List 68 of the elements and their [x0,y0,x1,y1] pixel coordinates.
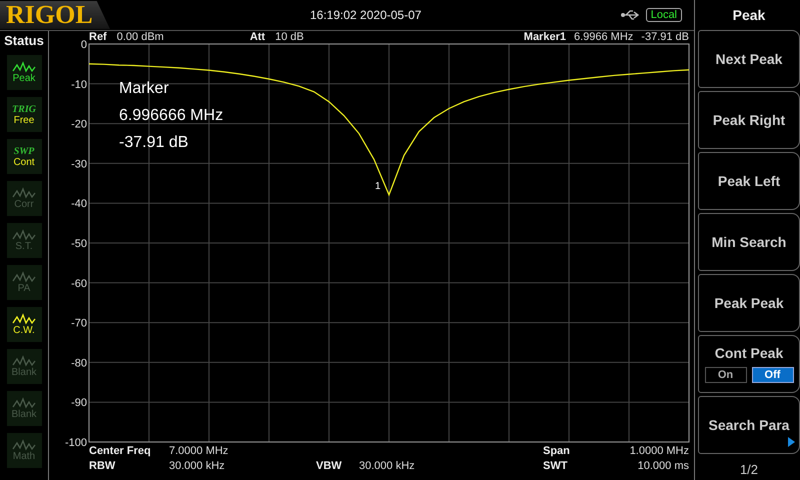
toggle-option[interactable]: On [704,367,746,383]
status-indicator: Corr [6,181,42,216]
date-time: 16:19:02 2020-05-07 [310,8,422,22]
axis-label: -70 [71,318,87,330]
wave-icon [12,313,36,325]
status-indicator: Math [6,433,42,468]
setting-label: Att [250,31,266,43]
setting-label: Ref [89,31,107,43]
status-indicator: SWP Cont [6,139,42,174]
axis-label: -30 [71,158,87,170]
status-indicator: Blank [6,391,42,426]
wave-icon [12,271,36,283]
setting-value: -37.91 dB [641,31,689,43]
toggle-option[interactable]: Off [752,367,794,383]
axis-label: -100 [64,437,87,449]
softkey-button[interactable]: Next Peak [698,30,800,88]
status-indicator: Peak [6,55,42,90]
wave-icon [12,355,36,367]
submenu-arrow-icon [788,437,795,447]
setting-label: SWT [543,459,568,474]
setting-value: 6.9966 MHz [574,31,634,43]
setting-value: 30.000 kHz [169,459,226,474]
remote-badge: Local [646,8,682,22]
wave-icon [12,397,36,409]
page-indicator: 1/2 [738,462,760,477]
softkey-button[interactable]: Search Para [698,396,800,454]
marker-readout: 6.996666 MHz [119,106,224,126]
axis-label: -60 [71,278,87,290]
status-title: Status [4,33,44,48]
wave-icon [12,61,36,73]
softkey-button[interactable]: Peak Right [698,91,800,149]
brand-logo: RIGOL [0,1,110,29]
status-indicator: Blank [6,349,42,384]
usb-icon [620,9,640,21]
wave-icon [12,439,36,451]
axis-label: -10 [71,78,87,91]
axis-label: -50 [71,238,87,250]
setting-label: VBW [316,459,343,474]
marker-readout: -37.91 dB [119,133,190,153]
status-indicator: TRIG Free [6,97,42,132]
softkey-button[interactable]: Min Search [698,213,800,271]
setting-label: Marker1 [524,31,566,43]
status-indicator: S.T. [6,223,42,258]
setting-value: 0.00 dBm [116,31,164,43]
setting-value: 30.000 kHz [359,459,416,474]
setting-label: Center Freq [89,444,152,459]
softkey-label: Cont Peak [714,345,784,361]
toggle-softkey[interactable]: Cont Peak On Off [698,335,800,393]
status-indicator: PA [6,265,42,300]
setting-value: 7.0000 MHz [169,444,230,459]
status-indicator: C.W. [6,307,42,342]
setting-value: 10.000 ms [636,459,689,474]
softkey-button[interactable]: Peak Peak [698,274,800,332]
axis-label: -90 [71,397,87,410]
marker-readout: Marker [119,79,170,99]
axis-label: -40 [71,198,87,210]
marker-label: 1 [375,180,381,192]
axis-label: -80 [71,357,87,370]
softkey-button[interactable]: Peak Left [698,152,800,210]
menu-title: Peak [732,6,766,25]
setting-label: RBW [89,459,116,474]
setting-label: Span [543,444,571,459]
axis-label: 0 [80,39,87,51]
wave-icon [12,187,36,199]
setting-value: 1.0000 MHz [628,444,689,459]
axis-label: -20 [71,118,87,131]
wave-icon [12,229,36,241]
setting-value: 10 dB [275,31,304,43]
